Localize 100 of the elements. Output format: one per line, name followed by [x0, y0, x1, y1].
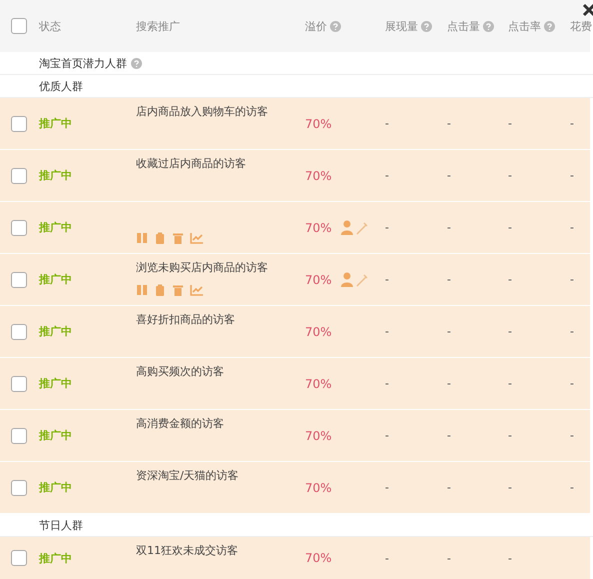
row-checkbox[interactable]: [10, 480, 26, 496]
table-row[interactable]: 推广中 收藏过店内商品的访客 70% - - - -: [0, 150, 590, 202]
status-text: 推广中: [39, 480, 72, 495]
line-chart-icon[interactable]: [190, 232, 204, 244]
metric-value: -: [447, 377, 451, 390]
metric-value: -: [385, 377, 389, 390]
row-checkbox[interactable]: [10, 428, 26, 444]
metric-value: -: [385, 325, 389, 338]
status-text: 推广中: [39, 220, 72, 235]
metric-value: -: [447, 117, 451, 130]
premium-value: 70%: [305, 376, 332, 390]
premium-value: 70%: [305, 168, 332, 182]
premium-value: 70%: [305, 480, 332, 494]
help-icon[interactable]: [483, 20, 494, 32]
clipboard-icon[interactable]: [154, 232, 166, 244]
select-all-checkbox[interactable]: [10, 18, 26, 34]
metric-value: -: [385, 481, 389, 494]
metric-value: -: [508, 429, 512, 442]
person-edit-icon[interactable]: [340, 272, 368, 288]
group-label: 优质人群: [39, 78, 83, 94]
pause-icon[interactable]: [136, 232, 148, 244]
pause-icon[interactable]: [136, 284, 148, 296]
metric-value: -: [508, 377, 512, 390]
status-text: 推广中: [39, 168, 72, 183]
trash-icon[interactable]: [172, 232, 184, 244]
table-row[interactable]: 推广中 店内商品放入购物车的访客 70% - - - -: [0, 98, 590, 150]
clipboard-icon[interactable]: [154, 284, 166, 296]
table-row[interactable]: 推广中 浏览未购买店内商品的访客 70% - - - -: [0, 254, 590, 306]
help-icon[interactable]: [131, 58, 142, 68]
metric-value: -: [570, 481, 574, 494]
trash-icon[interactable]: [172, 284, 184, 296]
column-header: 点击率: [508, 18, 541, 34]
metric-value: -: [570, 117, 574, 130]
metric-value: -: [447, 429, 451, 442]
audience-name: 双11狂欢未成交访客: [136, 543, 238, 558]
status-text: 推广中: [39, 376, 72, 391]
column-header: 花费: [570, 18, 592, 34]
row-checkbox[interactable]: [10, 376, 26, 392]
status-text: 推广中: [39, 550, 72, 566]
status-text: 推广中: [39, 324, 72, 339]
metric-value: -: [570, 377, 574, 390]
metric-value: -: [570, 273, 574, 286]
table-row[interactable]: 推广中 双11狂欢未成交访客 70% - - -: [0, 537, 590, 579]
status-text: 推广中: [39, 428, 72, 443]
column-header: 展现量: [385, 18, 418, 34]
audience-name: 高消费金额的访客: [136, 416, 224, 431]
metric-value: -: [508, 273, 512, 286]
column-header: 溢价: [305, 18, 327, 34]
row-checkbox[interactable]: [10, 220, 26, 236]
metric-value: -: [385, 552, 389, 564]
table-row[interactable]: 推广中 喜好折扣商品的访客 70% - - - -: [0, 306, 590, 358]
help-icon[interactable]: [330, 20, 341, 32]
metric-value: -: [570, 325, 574, 338]
column-header: 搜索推广: [136, 18, 180, 34]
audience-name: 收藏过店内商品的访客: [136, 156, 246, 171]
metric-value: -: [447, 552, 451, 564]
metric-value: -: [508, 117, 512, 130]
row-checkbox[interactable]: [10, 168, 26, 184]
premium-value: 70%: [305, 116, 332, 130]
column-header: 状态: [39, 18, 61, 34]
metric-value: -: [508, 221, 512, 234]
table-row[interactable]: 推广中 高消费金额的访客 70% - - - -: [0, 410, 590, 462]
metric-value: -: [385, 429, 389, 442]
group-label: 节日人群: [39, 518, 83, 532]
metric-value: -: [508, 552, 512, 564]
row-checkbox[interactable]: [10, 550, 26, 566]
status-text: 推广中: [39, 272, 72, 287]
column-header: 点击量: [447, 18, 480, 34]
premium-value: 70%: [305, 551, 332, 565]
audience-name: 喜好折扣商品的访客: [136, 312, 235, 327]
metric-value: -: [508, 169, 512, 182]
help-icon[interactable]: [544, 20, 555, 32]
person-edit-icon[interactable]: [340, 220, 368, 236]
audience-name: 店内商品放入购物车的访客: [136, 104, 268, 119]
audience-name: 资深淘宝/天猫的访客: [136, 468, 239, 483]
close-icon[interactable]: [582, 3, 593, 17]
row-checkbox[interactable]: [10, 116, 26, 132]
line-chart-icon[interactable]: [190, 284, 204, 296]
metric-value: -: [447, 481, 451, 494]
metric-value: -: [385, 117, 389, 130]
group-label: 淘宝首页潜力人群: [39, 56, 127, 70]
metric-value: -: [385, 221, 389, 234]
table-row[interactable]: 推广中 70% - - - -: [0, 202, 590, 254]
metric-value: -: [508, 481, 512, 494]
row-checkbox[interactable]: [10, 272, 26, 288]
audience-name: 浏览未购买店内商品的访客: [136, 260, 268, 275]
row-checkbox[interactable]: [10, 324, 26, 340]
audience-name: 高购买频次的访客: [136, 364, 224, 379]
metric-value: -: [385, 169, 389, 182]
status-text: 推广中: [39, 116, 72, 131]
help-icon[interactable]: [421, 20, 432, 32]
premium-value: 70%: [305, 324, 332, 338]
table-row[interactable]: 推广中 高购买频次的访客 70% - - - -: [0, 358, 590, 410]
table-row[interactable]: 推广中 资深淘宝/天猫的访客 70% - - - -: [0, 462, 590, 514]
metric-value: -: [447, 273, 451, 286]
premium-value: 70%: [305, 428, 332, 442]
premium-value: 70%: [305, 220, 332, 234]
metric-value: -: [570, 429, 574, 442]
metric-value: -: [447, 221, 451, 234]
premium-value: 70%: [305, 272, 332, 286]
